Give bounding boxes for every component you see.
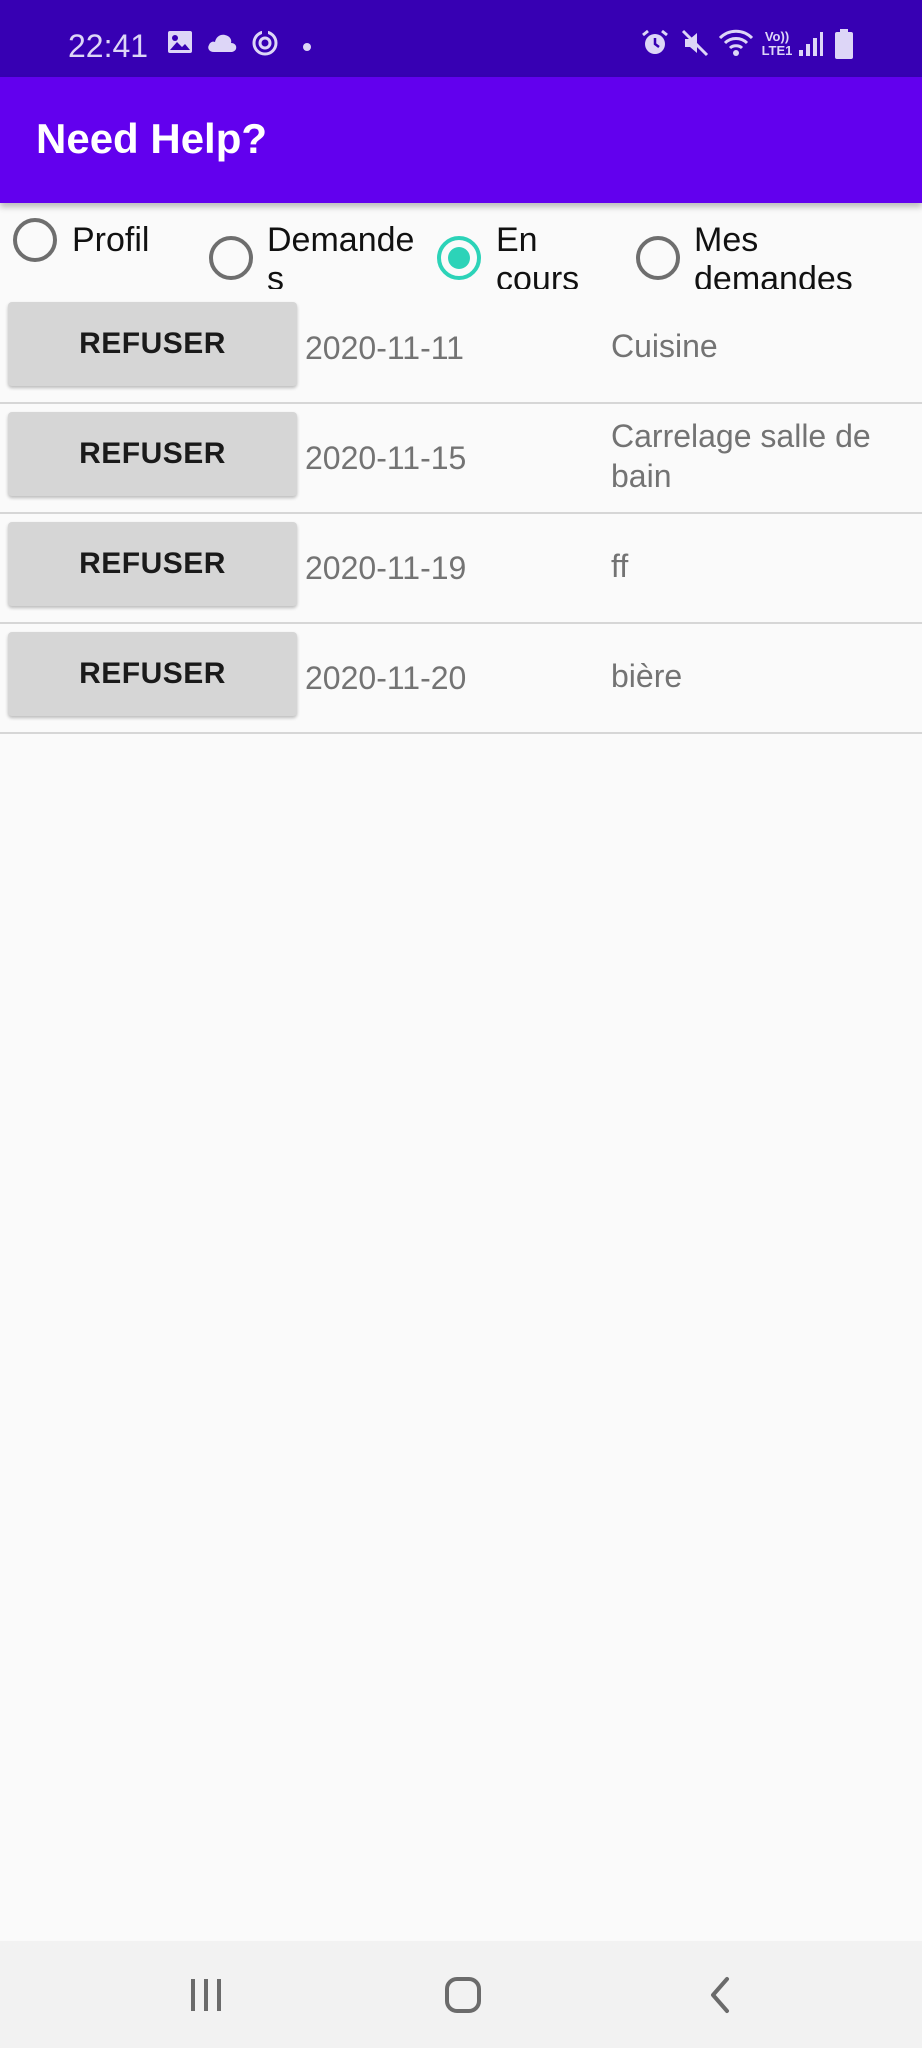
list-item: REFUSER 2020-11-11 Cuisine: [0, 294, 922, 404]
signal-icon: [799, 32, 823, 56]
status-bar: 22:41 Vo)) LTE1: [0, 0, 922, 77]
list-item: REFUSER 2020-11-15 Carrelage salle de ba…: [0, 404, 922, 514]
home-icon: [445, 1976, 481, 2013]
list-item: REFUSER 2020-11-20 bière: [0, 624, 922, 734]
back-button[interactable]: [660, 1941, 780, 2048]
battery-icon: [835, 29, 853, 59]
radio-mes-demandes[interactable]: Mes demandes: [628, 203, 922, 289]
mute-icon: [681, 29, 709, 57]
dot-icon: [303, 43, 311, 51]
radio-profil[interactable]: Profil: [0, 203, 190, 289]
navigation-radio-group: Profil Demande s En cours Mes demandes: [0, 203, 922, 289]
app-bar: Need Help?: [0, 77, 922, 203]
refuse-button[interactable]: REFUSER: [8, 412, 297, 496]
radio-label-en-cours: En cours: [496, 221, 580, 289]
row-description: Carrelage salle de bain: [611, 418, 871, 494]
sync-icon: [252, 30, 278, 56]
refuse-button[interactable]: REFUSER: [8, 302, 297, 386]
volte-label-bottom: LTE1: [761, 43, 793, 58]
radio-demandes[interactable]: Demande s: [200, 203, 420, 289]
recent-apps-icon: [191, 1978, 221, 2011]
cloud-icon: [208, 34, 237, 52]
volte-icon: Vo)) LTE1: [760, 30, 794, 58]
gallery-icon: [168, 31, 192, 53]
radio-button-checked-icon: [437, 236, 481, 280]
row-date: 2020-11-15: [305, 440, 467, 476]
recent-apps-button[interactable]: [146, 1941, 266, 2048]
refuse-button[interactable]: REFUSER: [8, 522, 297, 606]
radio-label-mes-demandes: Mes demandes: [694, 221, 853, 289]
radio-button-icon: [636, 236, 680, 280]
radio-label-demandes: Demande s: [267, 221, 415, 289]
row-date: 2020-11-20: [305, 660, 467, 696]
app-title: Need Help?: [36, 115, 268, 162]
wifi-icon: [718, 29, 754, 56]
refuse-button[interactable]: REFUSER: [8, 632, 297, 716]
radio-label-profil: Profil: [72, 221, 150, 259]
home-button[interactable]: [403, 1941, 523, 2048]
row-date: 2020-11-19: [305, 550, 467, 586]
row-date: 2020-11-11: [305, 330, 464, 366]
radio-button-icon: [209, 236, 253, 280]
radio-en-cours[interactable]: En cours: [430, 203, 620, 289]
radio-button-icon: [13, 218, 57, 262]
row-description: Cuisine: [611, 328, 718, 364]
row-description: ff: [611, 548, 629, 584]
volte-label-top: Vo)): [764, 29, 790, 44]
system-nav-bar: [0, 1941, 922, 2048]
alarm-icon: [642, 29, 668, 54]
row-description: bière: [611, 658, 683, 694]
status-time: 22:41: [68, 28, 149, 64]
list-item: REFUSER 2020-11-19 ff: [0, 514, 922, 624]
back-icon: [711, 1976, 729, 2013]
